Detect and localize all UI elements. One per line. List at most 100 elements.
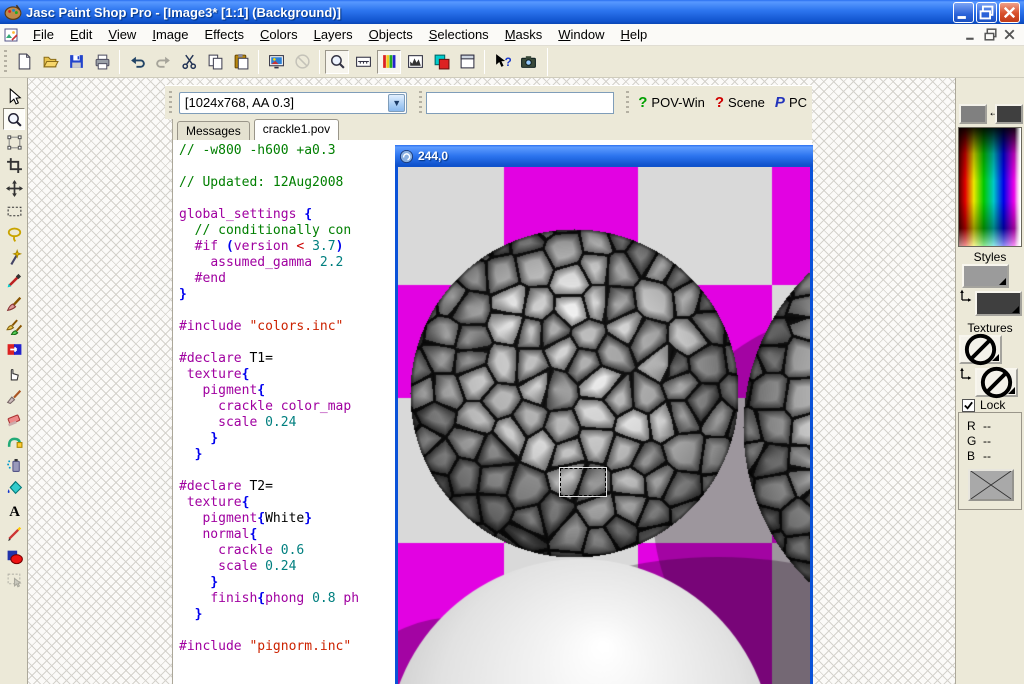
tool-draw[interactable] xyxy=(3,522,25,544)
image-window-titlebar[interactable]: 244,0 xyxy=(395,145,813,167)
pov-toolbar-grip2[interactable] xyxy=(419,91,422,115)
minimize-button[interactable] xyxy=(953,2,974,23)
render-preset-dropdown[interactable]: [1024x768, AA 0.3] ▼ xyxy=(179,92,407,114)
menu-edit[interactable]: Edit xyxy=(62,25,100,44)
histogram-window-button[interactable] xyxy=(403,50,427,74)
main-toolbar: ? xyxy=(0,46,1024,78)
swap-textures-icon[interactable] xyxy=(958,366,972,380)
toolbar-separator xyxy=(319,50,320,74)
menu-layers[interactable]: Layers xyxy=(306,25,361,44)
color-spectrum-picker[interactable] xyxy=(958,127,1022,247)
undo-button[interactable] xyxy=(125,50,149,74)
toolbar-separator xyxy=(119,50,120,74)
insert-menu-pov-win[interactable]: ?POV-Win xyxy=(633,92,710,113)
tab-messages[interactable]: Messages xyxy=(177,121,250,140)
tool-scratch-remover[interactable] xyxy=(3,384,25,406)
menu-file[interactable]: File xyxy=(25,25,62,44)
mdi-close-icon[interactable] xyxy=(1001,27,1018,42)
full-screen-edit-button[interactable] xyxy=(264,50,288,74)
color-swap-button[interactable] xyxy=(429,50,453,74)
copy-button[interactable] xyxy=(203,50,227,74)
layer-palette-button[interactable] xyxy=(455,50,479,74)
redo-button xyxy=(151,50,175,74)
tool-deformation[interactable] xyxy=(3,131,25,153)
toolbar-separator xyxy=(258,50,259,74)
rgb-value-g: -- xyxy=(983,434,991,448)
print-button[interactable] xyxy=(90,50,114,74)
menu-help[interactable]: Help xyxy=(613,25,656,44)
foreground-texture-button[interactable] xyxy=(959,335,1002,364)
toolbar-grip[interactable] xyxy=(4,50,7,74)
pov-toolbar-grip[interactable] xyxy=(169,91,172,115)
pov-toolbar-grip3[interactable] xyxy=(626,91,629,115)
tool-eraser[interactable] xyxy=(3,407,25,429)
tool-freehand[interactable] xyxy=(3,223,25,245)
color-palette-panel: ↔ Styles Textures Lock R--G--B-- xyxy=(955,78,1024,684)
image-window-title: 244,0 xyxy=(418,149,448,163)
mdi-restore-icon[interactable] xyxy=(982,27,999,42)
rendered-image[interactable] xyxy=(398,167,810,684)
app-title: Jasc Paint Shop Pro - [Image3* [1:1] (Ba… xyxy=(26,5,341,20)
tool-crop[interactable] xyxy=(3,154,25,176)
screen-capture-button[interactable] xyxy=(516,50,540,74)
context-help-button[interactable]: ? xyxy=(490,50,514,74)
tool-paintbrush[interactable] xyxy=(3,292,25,314)
menu-image[interactable]: Image xyxy=(144,25,196,44)
tool-preset-shapes[interactable] xyxy=(3,545,25,567)
tool-mover[interactable] xyxy=(3,177,25,199)
tool-selection[interactable] xyxy=(3,200,25,222)
image-information-button[interactable] xyxy=(351,50,375,74)
histogram-button[interactable] xyxy=(377,50,401,74)
render-window-icon xyxy=(399,149,414,164)
open-button[interactable] xyxy=(38,50,62,74)
tool-retouch[interactable] xyxy=(3,361,25,383)
mdi-minimize-icon[interactable] xyxy=(963,27,980,42)
full-screen-preview-button xyxy=(290,50,314,74)
image-canvas-area[interactable] xyxy=(398,167,810,684)
tool-dropper[interactable] xyxy=(3,269,25,291)
tool-arrow[interactable] xyxy=(3,85,25,107)
menu-effects[interactable]: Effects xyxy=(196,25,252,44)
menu-masks[interactable]: Masks xyxy=(497,25,551,44)
selection-marquee[interactable] xyxy=(560,468,606,496)
menu-view[interactable]: View xyxy=(100,25,144,44)
new-button[interactable] xyxy=(12,50,36,74)
background-style-button[interactable] xyxy=(975,291,1022,316)
insert-menu-pc[interactable]: PPC xyxy=(770,92,812,113)
menu-window[interactable]: Window xyxy=(550,25,612,44)
green-question: ? xyxy=(638,94,647,111)
tab-crackle1-pov[interactable]: crackle1.pov xyxy=(254,119,339,140)
tool-airbrush[interactable] xyxy=(3,453,25,475)
normal-viewing-button[interactable] xyxy=(325,50,349,74)
menu-selections[interactable]: Selections xyxy=(421,25,497,44)
tool-clone-brush[interactable] xyxy=(3,315,25,337)
toolbar-separator xyxy=(484,50,485,74)
tool-color-replacer[interactable] xyxy=(3,338,25,360)
rgb-label-g: G xyxy=(967,434,976,448)
active-foreground-swatch[interactable] xyxy=(959,104,987,124)
active-background-swatch[interactable] xyxy=(995,104,1023,124)
tool-palette: A xyxy=(0,78,28,684)
tool-zoom[interactable] xyxy=(3,108,25,130)
lock-checkbox[interactable] xyxy=(962,399,975,412)
command-line-input[interactable] xyxy=(426,92,614,114)
cut-button[interactable] xyxy=(177,50,201,74)
chevron-down-icon[interactable]: ▼ xyxy=(388,94,405,112)
rgb-readout-panel: R--G--B-- xyxy=(958,412,1022,510)
background-texture-button[interactable] xyxy=(975,368,1018,397)
menu-objects[interactable]: Objects xyxy=(361,25,421,44)
tool-picture-tube[interactable] xyxy=(3,430,25,452)
tool-magic-wand[interactable] xyxy=(3,246,25,268)
tool-flood-fill[interactable] xyxy=(3,476,25,498)
red-question: ? xyxy=(715,94,724,111)
tool-text[interactable]: A xyxy=(3,499,25,521)
rgb-value-r: -- xyxy=(983,419,991,433)
restore-button[interactable] xyxy=(976,2,997,23)
insert-menu-scene[interactable]: ?Scene xyxy=(710,92,770,113)
foreground-style-button[interactable] xyxy=(962,264,1009,288)
swap-styles-icon[interactable] xyxy=(958,288,972,302)
menu-colors[interactable]: Colors xyxy=(252,25,306,44)
close-button[interactable] xyxy=(999,2,1020,23)
paste-button[interactable] xyxy=(229,50,253,74)
save-button[interactable] xyxy=(64,50,88,74)
